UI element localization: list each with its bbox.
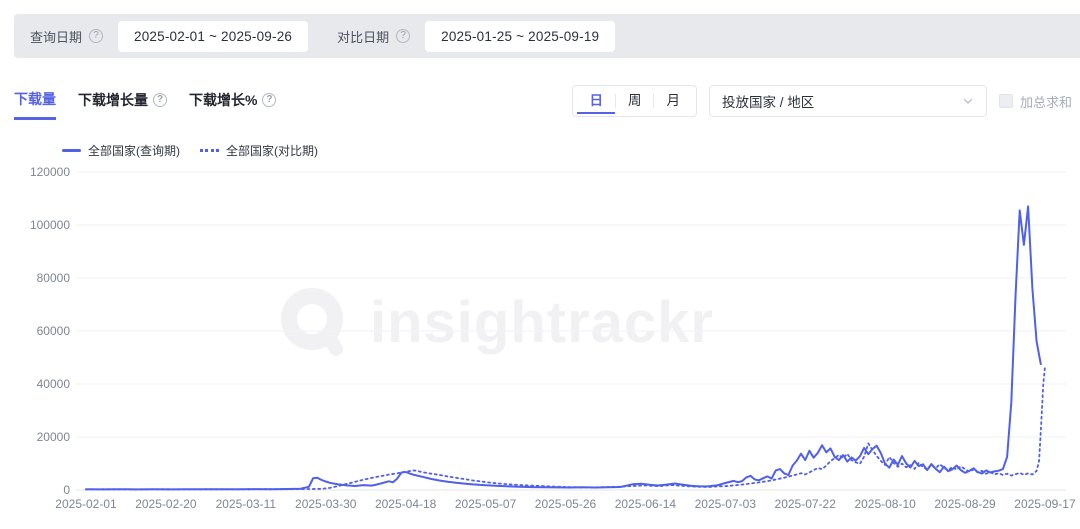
x-axis-label: 2025-08-10 — [854, 497, 916, 511]
x-axis-label: 2025-08-29 — [934, 497, 996, 511]
chart-toolbar: 下载量 下载增长量 ? 下载增长% ? 日 周 月 投放国家 / 地区 加总求和 — [0, 83, 1080, 120]
granularity-switch: 日 周 月 — [572, 85, 697, 117]
x-axis-label: 2025-05-07 — [455, 497, 517, 511]
tab-download-growth-label: 下载增长量 — [78, 92, 148, 108]
metric-tabs: 下载量 下载增长量 ? 下载增长% ? — [14, 83, 277, 120]
chart-legend: 全部国家(查询期) 全部国家(对比期) — [62, 142, 318, 159]
x-axis-label: 2025-04-18 — [375, 497, 437, 511]
legend-item-compare-period[interactable]: 全部国家(对比期) — [200, 142, 318, 159]
solid-line-swatch-icon — [62, 149, 81, 152]
tab-downloads-label: 下载量 — [14, 90, 56, 107]
date-filter-bar: 查询日期 ? 2025-02-01 ~ 2025-09-26 对比日期 ? 20… — [14, 14, 1080, 58]
y-axis-label: 80000 — [37, 271, 71, 285]
legend-query-period-label: 全部国家(查询期) — [88, 144, 180, 158]
granularity-week[interactable]: 周 — [616, 88, 654, 115]
tab-download-growth-pct-label: 下载增长% — [189, 92, 258, 108]
x-axis-label: 2025-03-11 — [216, 497, 277, 511]
granularity-day[interactable]: 日 — [577, 88, 615, 115]
x-axis-label: 2025-02-20 — [135, 497, 197, 511]
x-axis-label: 2025-05-26 — [535, 497, 597, 511]
chevron-down-icon — [963, 98, 973, 104]
granularity-month[interactable]: 月 — [654, 88, 692, 115]
x-axis-label: 2025-02-01 — [55, 497, 117, 511]
query-date-help-icon[interactable]: ? — [89, 29, 104, 43]
tab-download-growth-pct-help-icon[interactable]: ? — [262, 93, 277, 107]
sum-total-checkbox-group[interactable]: 加总求和 — [998, 92, 1074, 111]
tab-download-growth[interactable]: 下载增长量 ? — [78, 84, 167, 118]
compare-date-help-icon[interactable]: ? — [396, 29, 411, 43]
y-axis-label: 0 — [63, 483, 70, 497]
compare-date-label: 对比日期 — [337, 29, 390, 45]
x-axis-label: 2025-07-03 — [695, 497, 757, 511]
query-date-range-input[interactable]: 2025-02-01 ~ 2025-09-26 — [118, 20, 309, 52]
x-axis-label: 2025-03-30 — [295, 497, 357, 511]
sum-total-checkbox-label: 加总求和 — [1019, 94, 1072, 110]
tab-downloads[interactable]: 下载量 — [14, 83, 56, 120]
downloads-line-chart[interactable]: 0 20000 40000 60000 80000 100000 120000 2025-02… — [0, 160, 1080, 529]
compare-date-range-input[interactable]: 2025-01-25 ~ 2025-09-19 — [425, 20, 616, 52]
y-axis-label: 40000 — [37, 377, 71, 391]
x-axis-label: 2025-07-22 — [775, 497, 837, 511]
y-axis-label: 120000 — [30, 165, 70, 179]
sum-total-checkbox[interactable] — [998, 94, 1013, 108]
compare-period-line — [85, 365, 1046, 491]
legend-item-query-period[interactable]: 全部国家(查询期) — [62, 142, 180, 159]
country-region-dropdown[interactable]: 投放国家 / 地区 — [708, 85, 987, 117]
legend-compare-period-label: 全部国家(对比期) — [226, 144, 318, 158]
y-axis-label: 60000 — [37, 324, 71, 338]
query-period-line — [85, 205, 1042, 491]
toolbar-right-controls: 日 周 月 投放国家 / 地区 加总求和 — [572, 85, 1074, 117]
tab-download-growth-pct[interactable]: 下载增长% ? — [189, 84, 277, 118]
x-axis-label: 2025-09-17 — [1014, 497, 1076, 511]
x-axis-label: 2025-06-14 — [615, 497, 677, 511]
tab-download-growth-help-icon[interactable]: ? — [153, 93, 167, 107]
query-date-label: 查询日期 — [30, 29, 83, 45]
country-region-dropdown-placeholder: 投放国家 / 地区 — [721, 95, 815, 110]
dotted-line-swatch-icon — [200, 149, 219, 152]
y-axis-label: 100000 — [30, 218, 70, 232]
y-axis-label: 20000 — [37, 430, 71, 444]
